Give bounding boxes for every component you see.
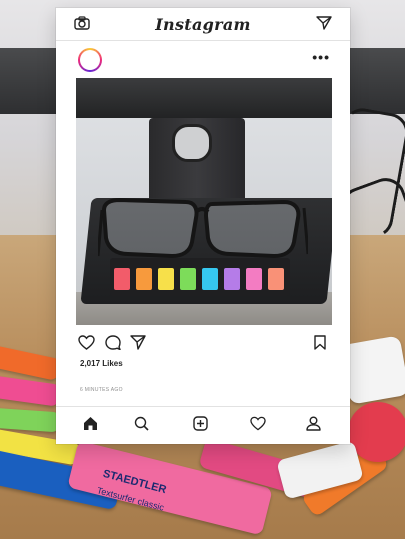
top-bar: Instagram bbox=[56, 8, 350, 40]
likes-count[interactable]: 2,017 Likes bbox=[80, 359, 123, 368]
post-photo[interactable] bbox=[76, 78, 332, 325]
brand-logo: Instagram bbox=[155, 14, 251, 34]
background-pen bbox=[0, 407, 61, 433]
heart-icon[interactable] bbox=[78, 335, 95, 355]
paper-plane-icon[interactable] bbox=[316, 16, 332, 35]
activity-heart-icon[interactable] bbox=[250, 416, 266, 436]
add-post-icon[interactable] bbox=[193, 416, 208, 436]
photo-sticky-tab bbox=[268, 268, 284, 290]
post-timestamp: 6 MINUTES AGO bbox=[80, 387, 123, 393]
photo-sticky-tab bbox=[246, 268, 262, 290]
instagram-post-frame: Instagram ••• 2,017 Likes 6 MINUTES AGO bbox=[56, 8, 350, 444]
photo-sticky-tab bbox=[158, 268, 174, 290]
post-actions bbox=[78, 335, 328, 355]
bottom-nav bbox=[56, 412, 350, 440]
photo-glasses bbox=[98, 197, 308, 259]
home-icon[interactable] bbox=[83, 416, 98, 436]
top-divider bbox=[56, 40, 350, 41]
photo-sticky-tab bbox=[114, 268, 130, 290]
profile-icon[interactable] bbox=[306, 416, 321, 436]
photo-sticky-tab bbox=[136, 268, 152, 290]
photo-sticky-tab bbox=[202, 268, 218, 290]
photo-stand-hole bbox=[172, 124, 212, 162]
share-icon[interactable] bbox=[130, 335, 146, 355]
comment-icon[interactable] bbox=[105, 335, 121, 355]
bookmark-icon[interactable] bbox=[314, 335, 326, 355]
ellipsis-icon[interactable]: ••• bbox=[312, 50, 330, 64]
bottom-divider bbox=[56, 406, 350, 407]
photo-sticky-tab bbox=[224, 268, 240, 290]
photo-sticky-tab bbox=[180, 268, 196, 290]
avatar[interactable] bbox=[78, 48, 102, 72]
photo-monitor bbox=[76, 78, 332, 118]
search-icon[interactable] bbox=[134, 416, 149, 436]
camera-icon[interactable] bbox=[74, 16, 90, 35]
